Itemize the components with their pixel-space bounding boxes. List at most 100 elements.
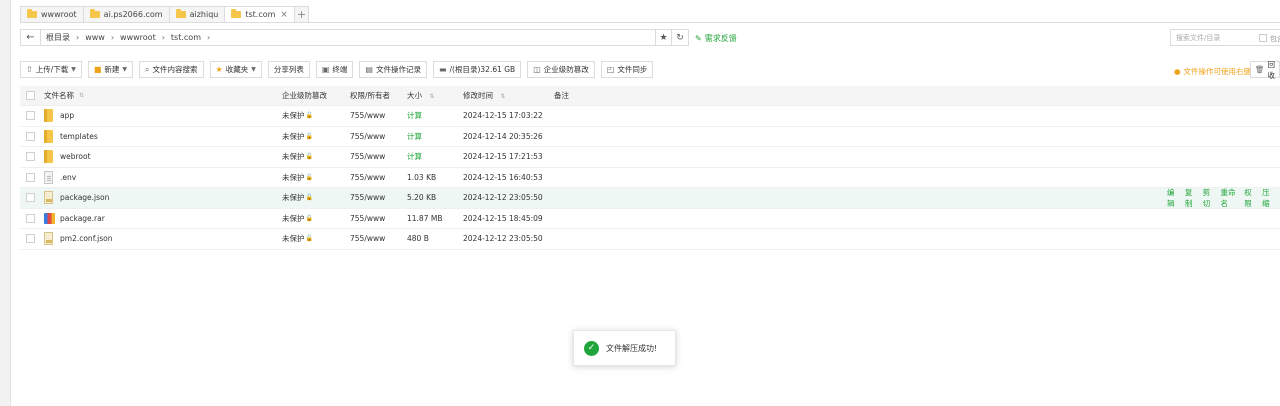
disk-button[interactable]: ▬ /(根目录)32.61 GB xyxy=(432,61,522,78)
tab-label: tst.com xyxy=(245,10,276,19)
protect-status: 未保护 xyxy=(282,111,305,121)
protect-cell[interactable]: 未保护 🔓 xyxy=(282,110,313,121)
json-file-icon xyxy=(44,191,53,205)
file-name-cell[interactable]: app xyxy=(44,109,74,123)
log-icon: ▤ xyxy=(365,65,373,74)
protect-cell[interactable]: 未保护 🔓 xyxy=(282,131,313,142)
perm-cell[interactable]: 755/www xyxy=(350,214,385,223)
table-row[interactable]: templates 未保护 🔓 755/www 计算 2024-12-14 20… xyxy=(20,127,1280,147)
protect-cell[interactable]: 未保护 🔓 xyxy=(282,233,313,244)
folder-icon xyxy=(89,9,100,18)
size-calc-link[interactable]: 计算 xyxy=(407,131,422,142)
size-cell: 5.20 KB xyxy=(407,193,437,203)
row-checkbox[interactable] xyxy=(26,234,35,244)
copy-action[interactable]: 复制 xyxy=(1185,187,1197,209)
button-label: 上传/下载 xyxy=(35,65,69,74)
unlock-icon: 🔓 xyxy=(305,112,313,120)
add-tab-button[interactable]: + xyxy=(293,6,309,22)
search-placeholder: 搜索文件/目录 xyxy=(1176,33,1221,42)
tab-aizhiqu[interactable]: aizhiqu xyxy=(168,6,226,22)
unlock-icon: 🔓 xyxy=(305,235,313,243)
terminal-button[interactable]: ▣ 终端 xyxy=(315,61,354,78)
file-name-cell[interactable]: webroot xyxy=(44,150,91,164)
column-mtime[interactable]: 修改时间 ⇅ xyxy=(463,90,505,101)
file-name-cell[interactable]: .env xyxy=(44,170,76,184)
row-checkbox[interactable] xyxy=(26,172,35,182)
file-name-cell[interactable]: package.rar xyxy=(44,212,105,224)
perm-cell[interactable]: 755/www xyxy=(350,234,385,243)
file-name-cell[interactable]: templates xyxy=(44,129,98,143)
tab-ai-ps2066[interactable]: ai.ps2066.com xyxy=(82,6,170,22)
rename-action[interactable]: 重命名 xyxy=(1221,187,1239,209)
address-bar[interactable]: ← 根目录 › www › wwwroot › tst.com › xyxy=(20,29,656,46)
share-list-button[interactable]: 分享列表 xyxy=(267,61,310,78)
feedback-link[interactable]: ✎ 需求反馈 xyxy=(695,33,737,44)
tab-wwwroot[interactable]: wwwroot xyxy=(20,6,84,22)
file-name-cell[interactable]: package.json xyxy=(44,191,109,205)
unlock-icon: 🔓 xyxy=(305,194,313,202)
column-name[interactable]: 文件名称 ⇅ xyxy=(44,90,84,101)
table-row[interactable]: webroot 未保护 🔓 755/www 计算 2024-12-15 17:2… xyxy=(20,147,1280,168)
table-row[interactable]: pm2.conf.json 未保护 🔓 755/www 480 B 2024-1… xyxy=(20,229,1280,250)
row-checkbox[interactable] xyxy=(26,213,35,223)
compress-action[interactable]: 压缩 xyxy=(1262,187,1274,209)
button-label: 文件操作记录 xyxy=(375,65,421,74)
protect-cell[interactable]: 未保护 🔓 xyxy=(282,151,313,162)
upload-download-button[interactable]: ⇧ 上传/下载 ▼ xyxy=(20,61,82,78)
perm-cell[interactable]: 755/www xyxy=(350,173,385,182)
breadcrumb-item[interactable]: 根目录 xyxy=(46,32,70,43)
row-checkbox[interactable] xyxy=(26,152,35,162)
select-all-checkbox[interactable] xyxy=(26,91,35,100)
file-sync-button[interactable]: ◰ 文件同步 xyxy=(600,61,654,78)
tamper-protection-button[interactable]: ◫ 企业级防篡改 xyxy=(527,61,595,78)
close-icon[interactable]: × xyxy=(280,10,288,20)
chevron-down-icon: ▼ xyxy=(251,66,256,73)
breadcrumb-item[interactable]: wwwroot xyxy=(120,33,156,42)
tab-tst-com[interactable]: tst.com × xyxy=(224,6,295,22)
row-checkbox[interactable] xyxy=(26,111,35,121)
protect-cell[interactable]: 未保护 🔓 xyxy=(282,213,313,224)
row-checkbox[interactable] xyxy=(26,131,35,141)
warning-icon: ● xyxy=(1174,67,1181,76)
perm-cell[interactable]: 755/www xyxy=(350,132,385,141)
table-row[interactable]: .env 未保护 🔓 755/www 1.03 KB 2024-12-15 16… xyxy=(20,168,1280,188)
breadcrumb-item[interactable]: www xyxy=(85,33,105,42)
mtime-cell: 2024-12-15 17:21:53 xyxy=(463,152,543,162)
star-icon[interactable]: ★ xyxy=(656,29,672,46)
refresh-icon[interactable]: ↻ xyxy=(671,29,689,46)
include-subdir-checkbox[interactable] xyxy=(1259,34,1267,42)
sort-icon: ⇅ xyxy=(79,92,85,99)
size-calc-link[interactable]: 计算 xyxy=(407,151,422,162)
button-label: /(根目录)32.61 GB xyxy=(449,65,516,74)
new-button[interactable]: ■ 新建 ▼ xyxy=(87,61,134,78)
breadcrumb-item[interactable]: tst.com xyxy=(171,33,201,42)
perm-cell[interactable]: 755/www xyxy=(350,152,385,161)
column-note: 备注 xyxy=(554,91,569,100)
content-search-button[interactable]: ⌕ 文件内容搜索 xyxy=(139,61,204,78)
disk-icon: ▬ xyxy=(438,65,447,74)
button-label: 文件同步 xyxy=(617,65,648,74)
perm-cell[interactable]: 755/www xyxy=(350,193,385,202)
column-size[interactable]: 大小 ⇅ xyxy=(407,90,434,101)
favorites-button[interactable]: ★ 收藏夹 ▼ xyxy=(209,61,262,78)
search-input[interactable]: 搜索文件/目录 包含 xyxy=(1170,29,1280,46)
file-name-cell[interactable]: pm2.conf.json xyxy=(44,232,113,246)
protect-cell[interactable]: 未保护 🔓 xyxy=(282,192,313,203)
sync-icon: ◰ xyxy=(606,65,615,74)
permission-action[interactable]: 权限 xyxy=(1244,187,1256,209)
size-calc-link[interactable]: 计算 xyxy=(407,110,422,121)
row-checkbox[interactable] xyxy=(26,193,35,203)
column-label: 大小 xyxy=(407,91,422,100)
cut-action[interactable]: 剪切 xyxy=(1203,187,1215,209)
recycle-bin-button[interactable]: 🗑 回收 xyxy=(1250,60,1280,80)
table-row[interactable]: package.json 未保护 🔓 755/www 5.20 KB 2024-… xyxy=(20,188,1280,209)
star-icon: ★ xyxy=(215,65,223,74)
operation-log-button[interactable]: ▤ 文件操作记录 xyxy=(359,61,427,78)
table-row[interactable]: app 未保护 🔓 755/www 计算 2024-12-15 17:03:22 xyxy=(20,106,1280,127)
protect-cell[interactable]: 未保护 🔓 xyxy=(282,172,313,183)
edit-action[interactable]: 编辑 xyxy=(1167,187,1179,209)
table-row[interactable]: package.rar 未保护 🔓 755/www 11.87 MB 2024-… xyxy=(20,209,1280,229)
perm-cell[interactable]: 755/www xyxy=(350,111,385,120)
toast-message: 文件解压成功! xyxy=(606,343,658,353)
back-arrow-icon[interactable]: ← xyxy=(21,29,41,46)
